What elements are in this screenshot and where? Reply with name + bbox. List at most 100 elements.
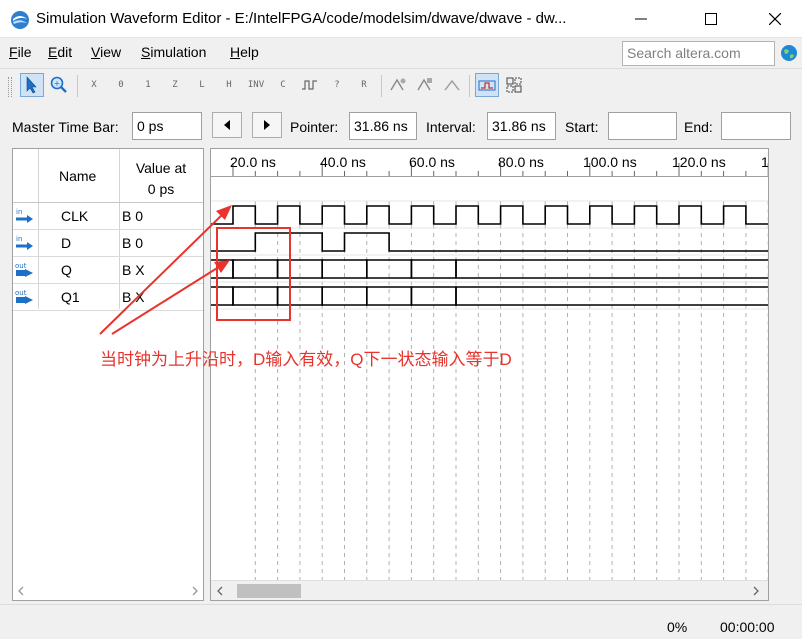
signal-name: D	[61, 235, 72, 251]
clock-wave-icon	[302, 80, 317, 90]
output-pin-icon: out	[15, 289, 33, 304]
zoom-magnifier-icon: +	[50, 76, 67, 93]
minimize-button[interactable]	[618, 0, 664, 38]
count-value-button[interactable]: C	[271, 73, 295, 97]
ruler-tick-label: 120.0 ns	[672, 154, 726, 170]
window-title: Simulation Waveform Editor - E:/IntelFPG…	[36, 10, 567, 27]
scroll-right-icon	[753, 586, 759, 596]
signal-value: B X	[122, 262, 145, 278]
zoom-tool-button[interactable]: +	[47, 73, 71, 97]
globe-icon[interactable]	[780, 44, 798, 62]
toolbar-grip[interactable]	[8, 77, 12, 97]
signal-row-clk[interactable]: in CLK B 0	[13, 203, 203, 230]
svg-text:in: in	[16, 235, 22, 243]
weak-high-button[interactable]: H	[217, 73, 241, 97]
next-transition-button[interactable]	[252, 112, 282, 138]
ruler-tick-label: 1	[761, 154, 769, 170]
signal-row-d[interactable]: in D B 0	[13, 230, 203, 257]
toolbar-separator	[469, 75, 470, 97]
name-column-header[interactable]: Name	[59, 168, 96, 184]
weak-low-l-icon: L	[199, 80, 205, 90]
master-time-bar-field[interactable]: 0 ps	[132, 112, 202, 140]
signal-name: CLK	[61, 208, 89, 224]
previous-transition-button[interactable]	[212, 112, 242, 138]
annotation-text: 当时钟为上升沿时，D输入有效，Q下一状态输入等于D	[100, 350, 512, 369]
start-label: Start:	[565, 119, 599, 135]
q-trace	[211, 259, 768, 279]
interval-field[interactable]: 31.86 ns	[487, 112, 556, 140]
menu-view[interactable]: View	[91, 44, 121, 60]
time-bar-row: Master Time Bar: 0 ps Pointer: 31.86 ns …	[0, 102, 802, 148]
menu-file[interactable]: File	[9, 44, 32, 60]
menu-simulation[interactable]: Simulation	[141, 44, 206, 60]
simulation-report-button[interactable]	[440, 73, 464, 97]
master-time-bar-label: Master Time Bar:	[12, 119, 119, 135]
invert-button[interactable]: INV	[244, 73, 268, 97]
close-button[interactable]	[752, 0, 798, 38]
toolbar: + X 0 1 Z L H INV C ? R	[0, 68, 802, 102]
random-value-button[interactable]: R	[352, 73, 376, 97]
output-pin-icon: out	[15, 262, 33, 277]
arbitrary-question-icon: ?	[334, 80, 340, 90]
clk-trace	[211, 205, 768, 225]
run-functional-simulation-button[interactable]	[386, 73, 410, 97]
time-ruler[interactable]: 20.0 ns 40.0 ns 60.0 ns 80.0 ns 100.0 ns…	[211, 149, 768, 177]
pointer-arrow-icon	[26, 76, 37, 94]
signal-list-pane: Name Value at 0 ps in CLK B 0 in D B 0 o…	[12, 148, 204, 601]
waveform-pane[interactable]: 20.0 ns 40.0 ns 60.0 ns 80.0 ns 100.0 ns…	[210, 148, 769, 601]
svg-text:out: out	[15, 289, 27, 297]
elapsed-time: 00:00:00	[720, 619, 775, 635]
maximize-icon	[705, 13, 717, 25]
weak-high-h-icon: H	[226, 80, 232, 90]
forcing-low-0-icon: 0	[118, 80, 124, 90]
interval-label: Interval:	[426, 119, 476, 135]
count-c-icon: C	[280, 80, 286, 90]
svg-text:out: out	[15, 262, 27, 270]
report-icon	[444, 79, 460, 91]
arbitrary-value-button[interactable]: ?	[325, 73, 349, 97]
q-trace	[211, 259, 768, 279]
signal-value: B X	[122, 289, 145, 305]
timing-sim-icon	[417, 78, 432, 91]
menu-help[interactable]: Help	[230, 44, 259, 60]
scroll-left-icon	[217, 586, 223, 596]
invert-icon: INV	[247, 80, 265, 90]
toolbar-separator	[381, 75, 382, 97]
status-bar: 0% 00:00:00	[0, 604, 802, 639]
high-impedance-button[interactable]: Z	[163, 73, 187, 97]
forcing-high-button[interactable]: 1	[136, 73, 160, 97]
maximize-button[interactable]	[688, 0, 734, 38]
signal-row-q[interactable]: out Q B X	[13, 257, 203, 284]
input-pin-icon: in	[16, 235, 33, 250]
signal-list-hscrollbar[interactable]	[13, 582, 203, 600]
selection-tool-button[interactable]	[20, 73, 44, 97]
search-input[interactable]: Search altera.com	[622, 41, 775, 66]
uninitialized-value-button[interactable]: X	[82, 73, 106, 97]
functional-sim-icon	[390, 78, 406, 91]
clock-value-button[interactable]	[298, 73, 322, 97]
q1-trace	[211, 286, 768, 306]
close-icon	[769, 13, 781, 25]
grouping-button[interactable]	[502, 73, 526, 97]
run-timing-simulation-button[interactable]	[413, 73, 437, 97]
svg-text:in: in	[16, 208, 22, 216]
forcing-low-button[interactable]: 0	[109, 73, 133, 97]
end-field[interactable]	[721, 112, 791, 140]
vertical-scrollbar[interactable]	[769, 148, 799, 601]
snap-to-grid-button[interactable]	[475, 73, 499, 97]
ruler-tick-label: 60.0 ns	[409, 154, 455, 170]
ruler-tick-label: 20.0 ns	[230, 154, 276, 170]
value-column-header[interactable]: Value at 0 ps	[121, 158, 201, 200]
menu-edit[interactable]: Edit	[48, 44, 72, 60]
signal-row-q1[interactable]: out Q1 B X	[13, 284, 203, 311]
start-field[interactable]	[608, 112, 677, 140]
weak-low-button[interactable]: L	[190, 73, 214, 97]
waveform-hscrollbar[interactable]	[211, 580, 768, 600]
scroll-left-icon	[18, 586, 24, 596]
ruler-tick-label: 100.0 ns	[583, 154, 637, 170]
snap-grid-icon	[478, 80, 496, 91]
scrollbar-thumb[interactable]	[237, 584, 301, 598]
pointer-field[interactable]: 31.86 ns	[349, 112, 417, 140]
title-bar: Simulation Waveform Editor - E:/IntelFPG…	[0, 0, 802, 38]
scroll-right-icon	[192, 586, 198, 596]
